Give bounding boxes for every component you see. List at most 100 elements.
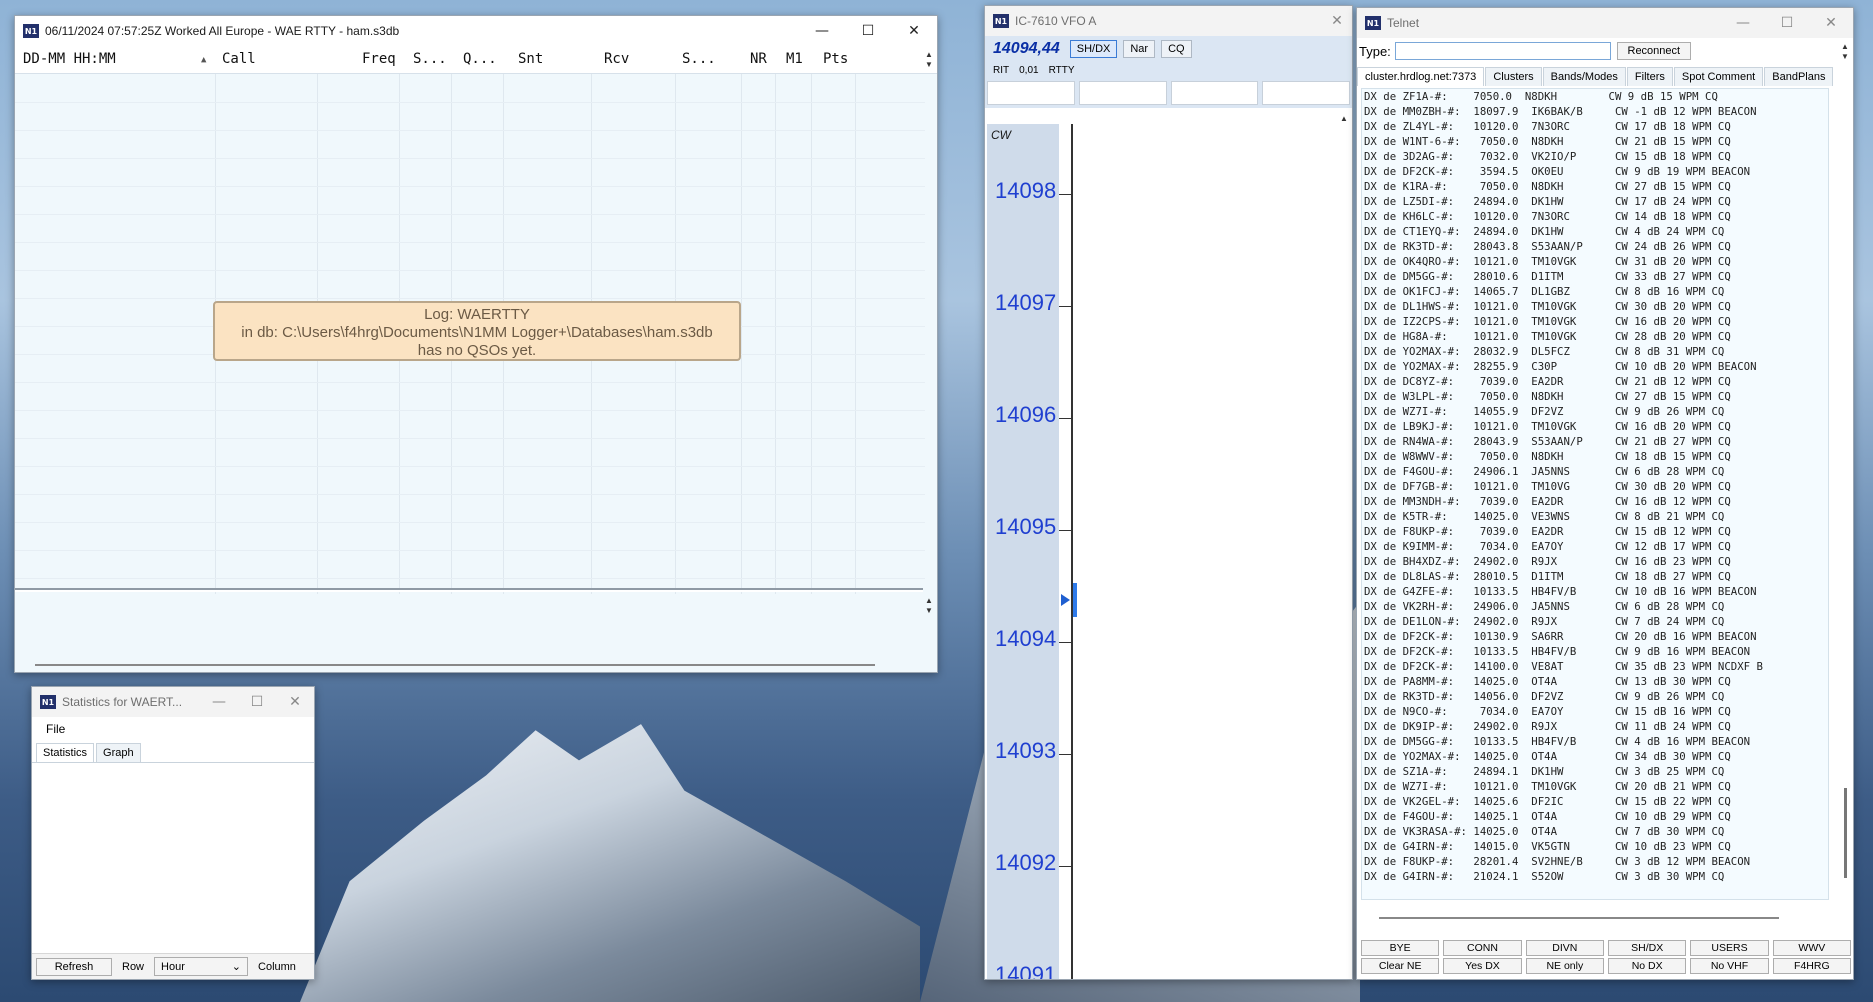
spot-row[interactable]: DX de SZ1A-#: 24894.1 DK1HW CW 3 dB 25 W… (1364, 764, 1828, 779)
tab-bands-modes[interactable]: Bands/Modes (1542, 67, 1626, 86)
spot-row[interactable]: DX de K1RA-#: 7050.0 N8DKH CW 27 dB 15 W… (1364, 179, 1828, 194)
log-horizontal-scrollbar[interactable] (35, 664, 875, 666)
callsign-button[interactable]: F4HRG (1772, 958, 1851, 974)
spot-row[interactable]: DX de G4IRN-#: 14015.0 VK5GTN CW 10 dB 2… (1364, 839, 1828, 854)
telnet-titlebar[interactable]: N1 Telnet — ☐ ✕ (1357, 8, 1853, 38)
spot-row[interactable]: DX de DL1HWS-#: 10121.0 TM10VGK CW 30 dB… (1364, 299, 1828, 314)
log-splitter[interactable] (15, 588, 923, 592)
spot-row[interactable]: DX de VK2RH-#: 24906.0 JA5NNS CW 6 dB 28… (1364, 599, 1828, 614)
spot-row[interactable]: DX de DF7GB-#: 10121.0 TM10VG CW 30 dB 2… (1364, 479, 1828, 494)
spot-row[interactable]: DX de W8WWV-#: 7050.0 N8DKH CW 18 dB 15 … (1364, 449, 1828, 464)
spot-row[interactable]: DX de DK9IP-#: 24902.0 R9JX CW 11 dB 24 … (1364, 719, 1828, 734)
spot-row[interactable]: DX de F8UKP-#: 28201.4 SV2HNE/B CW 3 dB … (1364, 854, 1828, 869)
col-snt[interactable]: Snt (518, 51, 543, 67)
spot-row[interactable]: DX de YO2MAX-#: 14025.0 OT4A CW 34 dB 30… (1364, 749, 1828, 764)
info-box[interactable] (1262, 81, 1350, 105)
ne-only-button[interactable]: NE only (1525, 958, 1604, 974)
spot-row[interactable]: DX de W1NT-6-#: 7050.0 N8DKH CW 21 dB 15… (1364, 134, 1828, 149)
spot-row[interactable]: DX de F8UKP-#: 7039.0 EA2DR CW 15 dB 12 … (1364, 524, 1828, 539)
spot-row[interactable]: DX de K5TR-#: 14025.0 VE3WNS CW 8 dB 21 … (1364, 509, 1828, 524)
maximize-icon[interactable]: ☐ (845, 16, 891, 46)
spot-row[interactable]: DX de ZL4YL-#: 10120.0 7N3ORC CW 17 dB 1… (1364, 119, 1828, 134)
spot-row[interactable]: DX de WZ7I-#: 10121.0 TM10VGK CW 20 dB 2… (1364, 779, 1828, 794)
spot-row[interactable]: DX de DF2CK-#: 3594.5 OK0EU CW 9 dB 19 W… (1364, 164, 1828, 179)
spot-row[interactable]: DX de LZ5DI-#: 24894.0 DK1HW CW 17 dB 24… (1364, 194, 1828, 209)
spot-row[interactable]: DX de MM3NDH-#: 7039.0 EA2DR CW 16 dB 12… (1364, 494, 1828, 509)
spot-row[interactable]: DX de DM5GG-#: 28010.6 D1ITM CW 33 dB 27… (1364, 269, 1828, 284)
spot-row[interactable]: DX de W3LPL-#: 7050.0 N8DKH CW 27 dB 15 … (1364, 389, 1828, 404)
entry-scroll-arrows[interactable]: ▲ ▼ (923, 596, 935, 616)
spot-row[interactable]: DX de RK3TD-#: 14056.0 DF2VZ CW 9 dB 26 … (1364, 689, 1828, 704)
tab-clusters[interactable]: Clusters (1485, 67, 1542, 86)
yes-dx-button[interactable]: Yes DX (1443, 958, 1522, 974)
maximize-icon[interactable]: ☐ (1765, 8, 1809, 38)
spot-row[interactable]: DX de YO2MAX-#: 28032.9 DL5FCZ CW 8 dB 3… (1364, 344, 1828, 359)
type-scroll-arrows[interactable]: ▲ ▼ (1839, 42, 1851, 62)
spot-row[interactable]: DX de PA8MM-#: 14025.0 OT4A CW 13 dB 30 … (1364, 674, 1828, 689)
col-date-time[interactable]: DD-MM HH:MM (23, 51, 116, 67)
spot-row[interactable]: DX de DF2CK-#: 10130.9 SA6RR CW 20 dB 16… (1364, 629, 1828, 644)
bye-button[interactable]: BYE (1361, 940, 1440, 956)
scroll-thumb[interactable] (1844, 788, 1847, 878)
spot-row[interactable]: DX de VK3RASA-#: 14025.0 OT4A CW 7 dB 30… (1364, 824, 1828, 839)
tab-graph[interactable]: Graph (96, 743, 141, 762)
col-q[interactable]: Q... (463, 51, 497, 67)
tab-cluster[interactable]: cluster.hrdlog.net:7373 (1357, 67, 1485, 86)
tab-statistics[interactable]: Statistics (36, 743, 95, 762)
spot-row[interactable]: DX de KH6LC-#: 10120.0 7N3ORC CW 14 dB 1… (1364, 209, 1828, 224)
spot-list[interactable]: DX de ZF1A-#: 7050.0 N8DKH CW 9 dB 15 WP… (1361, 88, 1829, 900)
spot-horizontal-scrollbar[interactable] (1379, 917, 1779, 919)
spot-row[interactable]: DX de YO2MAX-#: 28255.9 C30P CW 10 dB 20… (1364, 359, 1828, 374)
spot-row[interactable]: DX de HG8A-#: 10121.0 TM10VGK CW 28 dB 2… (1364, 329, 1828, 344)
refresh-button[interactable]: Refresh (36, 957, 112, 976)
no-vhf-button[interactable]: No VHF (1690, 958, 1769, 974)
bandmap-titlebar[interactable]: N1 IC-7610 VFO A ✕ (985, 6, 1352, 36)
spot-row[interactable]: DX de DF2CK-#: 10133.5 HB4FV/B CW 9 dB 1… (1364, 644, 1828, 659)
minimize-icon[interactable]: — (799, 16, 845, 46)
bandmap-scale-area[interactable]: CW 14098 14097 14096 14095 14094 14093 1… (985, 124, 1352, 979)
sh-dx-cmd-button[interactable]: SH/DX (1608, 940, 1687, 956)
spot-row[interactable]: DX de DL8LAS-#: 28010.5 D1ITM CW 18 dB 2… (1364, 569, 1828, 584)
minimize-icon[interactable]: — (1721, 8, 1765, 38)
spot-row[interactable]: DX de OK4QRO-#: 10121.0 TM10VGK CW 31 dB… (1364, 254, 1828, 269)
tab-bandplans[interactable]: BandPlans (1764, 67, 1834, 86)
col-nr[interactable]: NR (750, 51, 767, 67)
spot-row[interactable]: DX de G4ZFE-#: 10133.5 HB4FV/B CW 10 dB … (1364, 584, 1828, 599)
col-freq[interactable]: Freq (362, 51, 396, 67)
spot-row[interactable]: DX de K9IMM-#: 7034.0 EA7OY CW 12 dB 17 … (1364, 539, 1828, 554)
spot-row[interactable]: DX de WZ7I-#: 14055.9 DF2VZ CW 9 dB 26 W… (1364, 404, 1828, 419)
spot-row[interactable]: DX de MM0ZBH-#: 18097.9 IK6BAK/B CW -1 d… (1364, 104, 1828, 119)
close-icon[interactable]: ✕ (891, 16, 937, 46)
command-input[interactable] (1394, 42, 1611, 60)
spot-row[interactable]: DX de IZ2CPS-#: 10121.0 TM10VGK CW 16 dB… (1364, 314, 1828, 329)
spot-scrollbar[interactable] (1839, 88, 1849, 900)
menu-file[interactable]: File (46, 722, 65, 736)
spot-row[interactable]: DX de BH4XDZ-#: 24902.0 R9JX CW 16 dB 23… (1364, 554, 1828, 569)
col-s1[interactable]: S... (413, 51, 447, 67)
close-icon[interactable]: ✕ (1322, 6, 1352, 36)
conn-button[interactable]: CONN (1443, 940, 1522, 956)
col-rcv[interactable]: Rcv (604, 51, 629, 67)
spot-row[interactable]: DX de DM5GG-#: 10133.5 HB4FV/B CW 4 dB 1… (1364, 734, 1828, 749)
spot-row[interactable]: DX de DE1LON-#: 24902.0 R9JX CW 7 dB 24 … (1364, 614, 1828, 629)
close-icon[interactable]: ✕ (1809, 8, 1853, 38)
info-box[interactable] (987, 81, 1075, 105)
nar-button[interactable]: Nar (1123, 40, 1156, 58)
minimize-icon[interactable]: — (200, 687, 238, 717)
wwv-button[interactable]: WWV (1772, 940, 1851, 956)
close-icon[interactable]: ✕ (276, 687, 314, 717)
row-select[interactable]: Hour ⌄ (154, 957, 249, 976)
spot-row[interactable]: DX de G4IRN-#: 21024.1 S52OW CW 3 dB 30 … (1364, 869, 1828, 884)
log-titlebar[interactable]: N1 06/11/2024 07:57:25Z Worked All Europ… (15, 16, 937, 46)
spot-row[interactable]: DX de RN4WA-#: 28043.9 S53AAN/P CW 21 dB… (1364, 434, 1828, 449)
stats-titlebar[interactable]: N1 Statistics for WAERT... — ☐ ✕ (32, 687, 314, 717)
col-pts[interactable]: Pts (823, 51, 848, 67)
spot-row[interactable]: DX de DF2CK-#: 14100.0 VE8AT CW 35 dB 23… (1364, 659, 1828, 674)
spot-row[interactable]: DX de 3D2AG-#: 7032.0 VK2IO/P CW 15 dB 1… (1364, 149, 1828, 164)
spot-row[interactable]: DX de DC8YZ-#: 7039.0 EA2DR CW 21 dB 12 … (1364, 374, 1828, 389)
spot-row[interactable]: DX de LB9KJ-#: 10121.0 TM10VGK CW 16 dB … (1364, 419, 1828, 434)
log-scroll-arrows[interactable]: ▲ ▼ (923, 50, 935, 70)
clear-ne-button[interactable]: Clear NE (1361, 958, 1440, 974)
info-box[interactable] (1170, 81, 1259, 105)
col-s2[interactable]: S... (682, 51, 716, 67)
